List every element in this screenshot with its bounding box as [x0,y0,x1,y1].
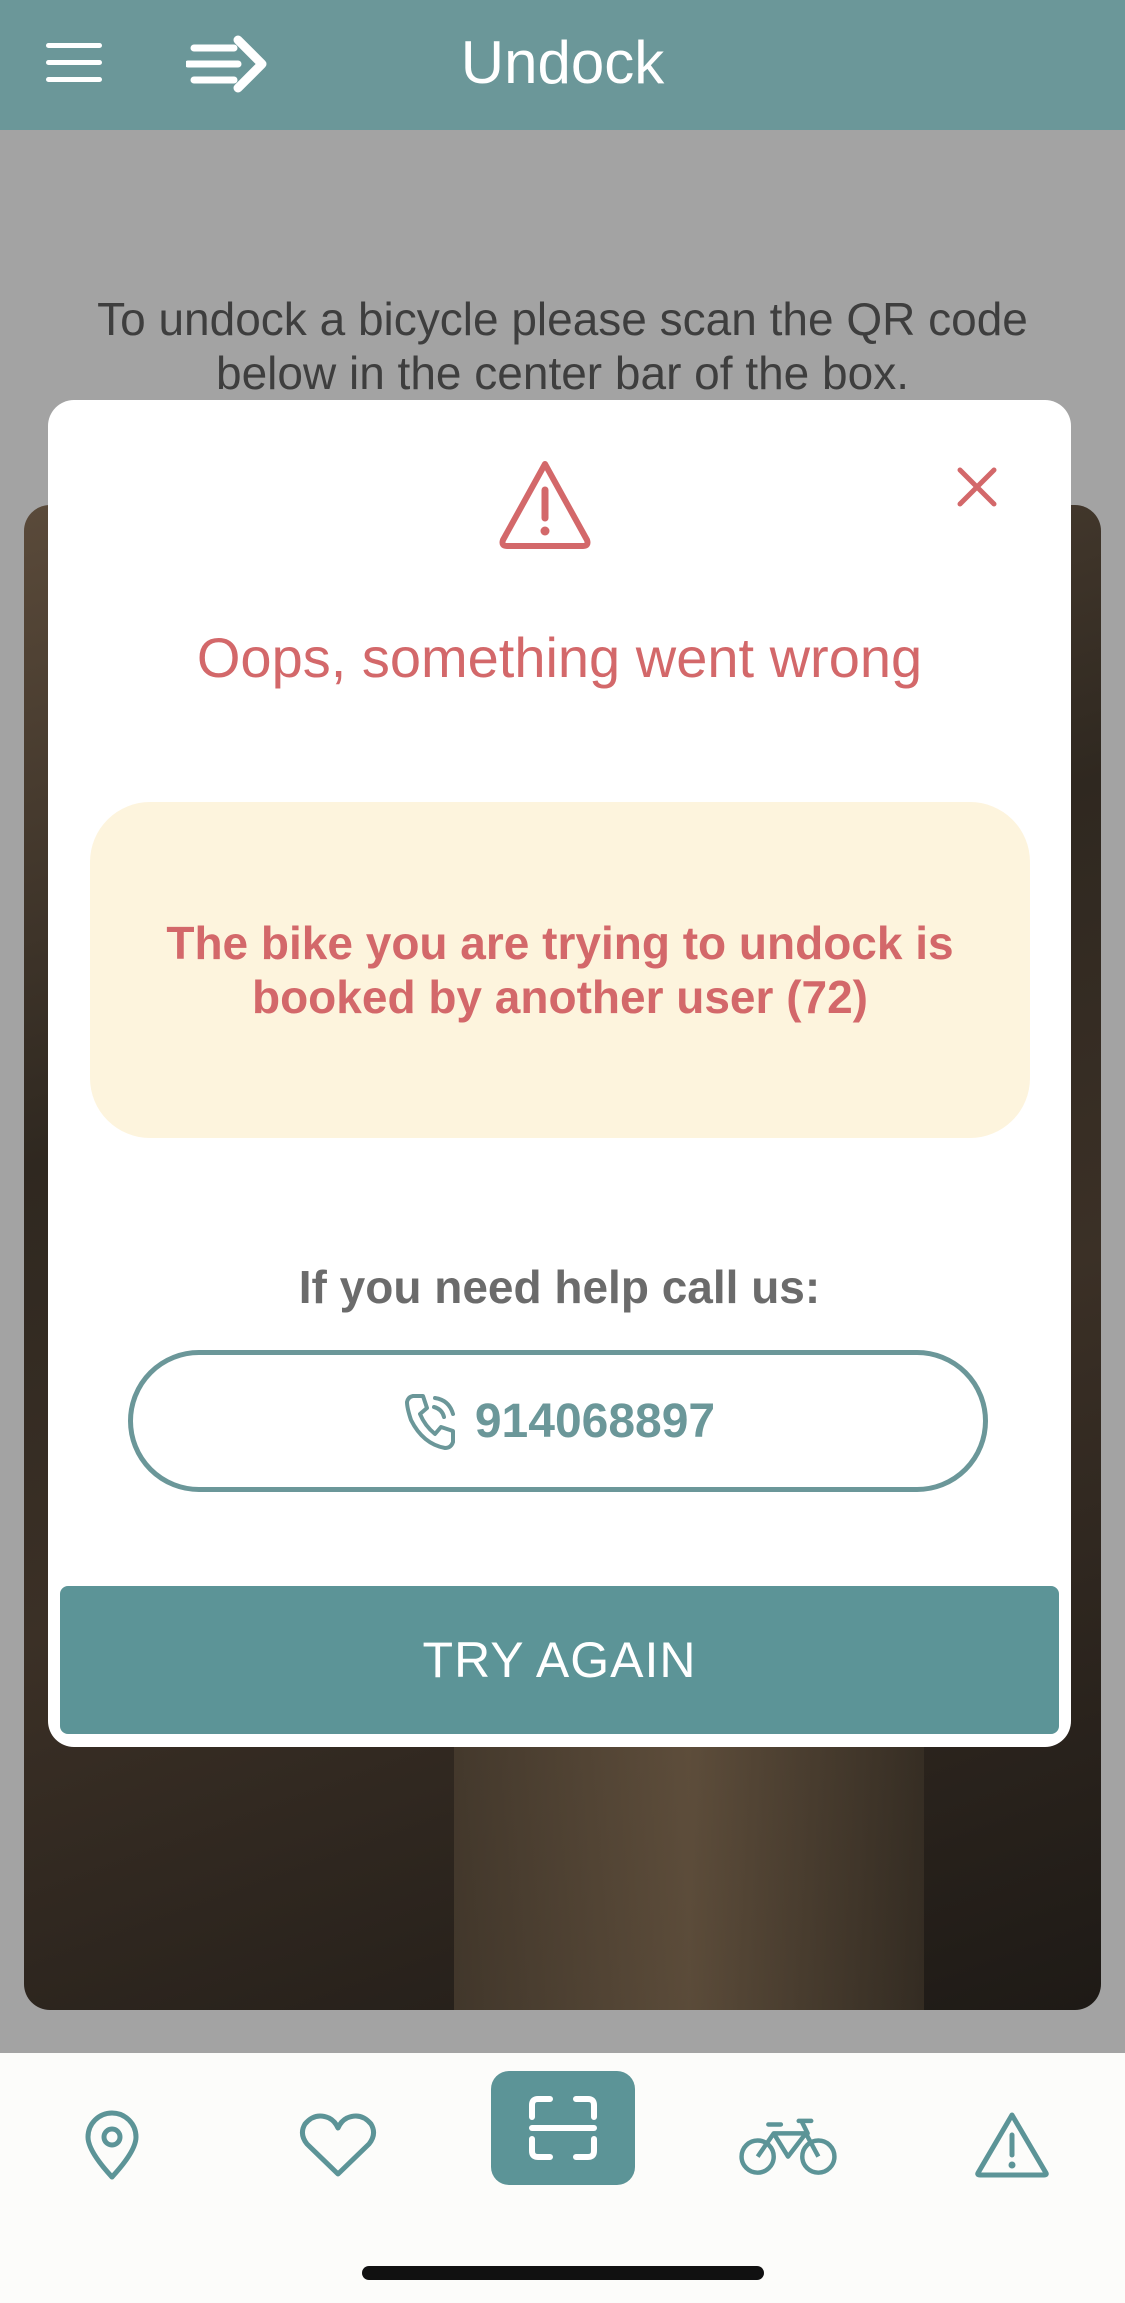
try-again-button[interactable]: TRY AGAIN [60,1586,1059,1734]
nav-map[interactable] [62,2095,162,2195]
nav-bikes[interactable] [738,2095,838,2195]
help-label: If you need help call us: [298,1261,821,1313]
nav-favorites[interactable] [288,2095,388,2195]
nav-scan[interactable] [491,2071,635,2185]
phone-icon [404,1394,455,1450]
alert-icon [975,2112,1049,2178]
error-message: The bike you are trying to undock is boo… [166,917,954,1023]
map-pin-icon [85,2110,139,2180]
warning-triangle-icon [499,461,591,549]
heart-icon [299,2113,377,2177]
dialog-title: Oops, something went wrong [196,626,923,689]
app-header: Undock [0,0,1125,130]
error-message-box: The bike you are trying to undock is boo… [90,802,1030,1138]
phone-number: 914068897 [474,1394,716,1448]
close-icon[interactable] [954,464,1000,510]
page-title: Undock [460,29,665,96]
scan-icon [529,2096,597,2160]
bike-icon [739,2118,837,2175]
error-dialog: Oops, something went wrong The bike you … [48,400,1071,1747]
home-indicator [362,2266,764,2280]
nav-report[interactable] [962,2095,1062,2195]
scan-instructions: To undock a bicycle please scan the QR c… [97,293,1028,399]
call-support-button[interactable]: 914068897 [128,1350,988,1492]
